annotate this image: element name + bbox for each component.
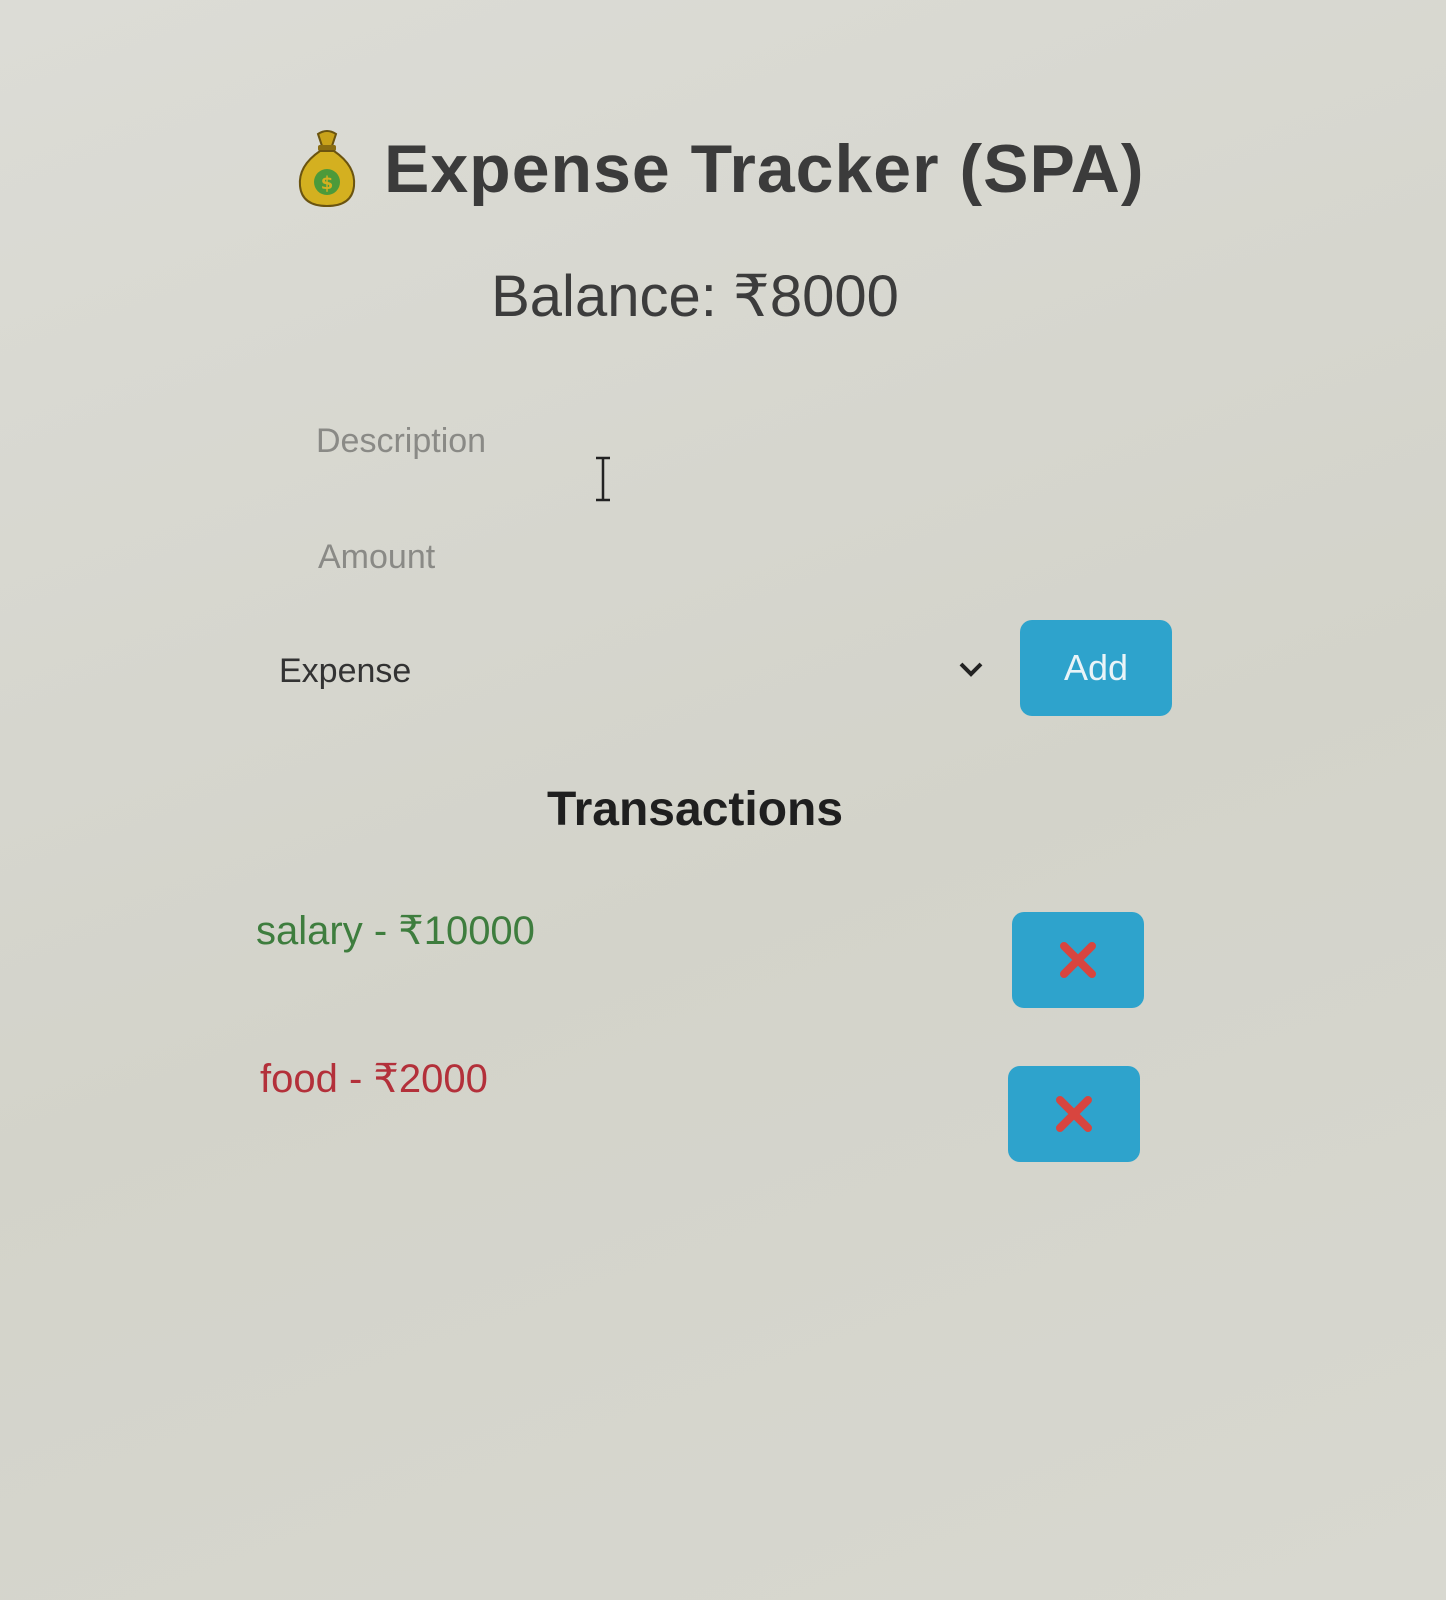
chevron-down-icon[interactable] <box>958 660 984 678</box>
header: $ Expense Tracker (SPA) <box>296 128 1145 210</box>
amount-input[interactable] <box>316 526 1020 588</box>
delete-button[interactable] <box>1008 1066 1140 1162</box>
cross-mark-icon <box>1060 942 1096 978</box>
delete-button[interactable] <box>1012 912 1144 1008</box>
svg-text:$: $ <box>321 173 334 194</box>
description-input[interactable] <box>314 410 1018 472</box>
transaction-text: food - ₹2000 <box>260 1057 488 1101</box>
add-button[interactable]: Add <box>1020 620 1172 716</box>
money-bag-icon: $ <box>298 130 356 208</box>
transaction-text: salary - ₹10000 <box>256 909 535 953</box>
type-select[interactable]: Expense <box>276 638 988 708</box>
cross-mark-icon <box>1056 1096 1092 1132</box>
expense-tracker-app: $ Expense Tracker (SPA) Balance: ₹8000 E… <box>0 0 1446 1600</box>
type-select-value: Expense <box>279 652 412 690</box>
transactions-heading: Transactions <box>546 783 844 836</box>
page-title: Expense Tracker (SPA) <box>384 131 1145 207</box>
balance-display: Balance: ₹8000 <box>491 264 899 329</box>
text-cursor-icon <box>596 456 610 502</box>
